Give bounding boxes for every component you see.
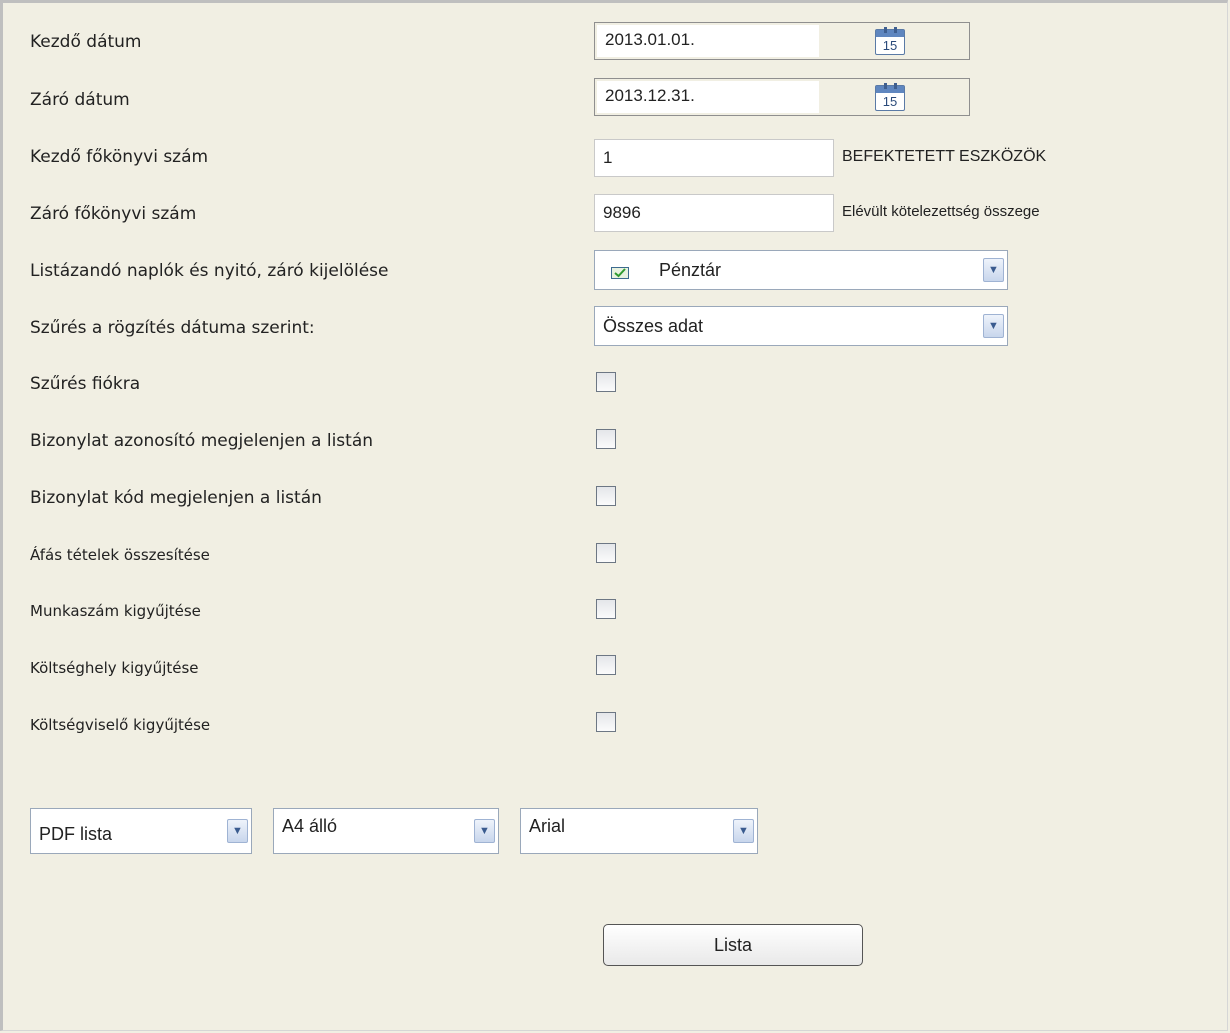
checkbox-label-vat-summary: Áfás tételek összesítése <box>30 546 210 564</box>
list-button[interactable]: Lista <box>603 924 863 966</box>
checkbox-label-cost-bearer: Költségviselő kigyűjtése <box>30 716 211 734</box>
end-date-field[interactable]: 2013.12.31. 15 <box>594 78 970 116</box>
checkbox-label-document-code: Bizonylat kód megjelenjen a listán <box>30 488 322 508</box>
checkbox-label-job-number: Munkaszám kigyűjtése <box>30 602 201 620</box>
start-date-field[interactable]: 2013.01.01. 15 <box>594 22 970 60</box>
journals-value: Pénztár <box>659 260 722 280</box>
checkbox-label-document-id: Bizonylat azonosító megjelenjen a listán <box>30 431 374 451</box>
font-select[interactable]: Arial ▼ <box>520 808 758 854</box>
chevron-down-icon[interactable]: ▼ <box>227 819 248 843</box>
checkbox-label-branch-filter: Szűrés fiókra <box>30 374 141 394</box>
chevron-down-icon[interactable]: ▼ <box>983 314 1004 338</box>
journals-select[interactable]: Pénztár ▼ <box>594 250 1008 290</box>
font-value: Arial <box>529 816 566 836</box>
chevron-down-icon[interactable]: ▼ <box>983 258 1004 282</box>
output-format-value: PDF lista <box>39 824 113 844</box>
paper-size-select[interactable]: A4 álló ▼ <box>273 808 499 854</box>
cost-bearer-checkbox[interactable] <box>596 712 616 732</box>
start-account-caption: BEFEKTETETT ESZKÖZÖK <box>842 148 1047 165</box>
branch-filter-checkbox[interactable] <box>596 372 616 392</box>
end-date-label: Záró dátum <box>30 90 130 110</box>
calendar-icon[interactable]: 15 <box>875 27 905 55</box>
checked-journal-icon <box>611 267 629 279</box>
calendar-icon[interactable]: 15 <box>875 83 905 111</box>
cost-center-checkbox[interactable] <box>596 655 616 675</box>
paper-size-value: A4 álló <box>282 816 338 836</box>
start-account-input[interactable]: 1 <box>594 139 834 177</box>
end-account-caption: Elévült kötelezettség összege <box>842 203 1040 220</box>
chevron-down-icon[interactable]: ▼ <box>733 819 754 843</box>
job-number-checkbox[interactable] <box>596 599 616 619</box>
output-format-select[interactable]: PDF lista ▼ <box>30 808 252 854</box>
chevron-down-icon[interactable]: ▼ <box>474 819 495 843</box>
end-date-input[interactable]: 2013.12.31. <box>597 81 819 113</box>
start-date-input[interactable]: 2013.01.01. <box>597 25 819 57</box>
checkbox-label-cost-center: Költséghely kigyűjtése <box>30 659 199 677</box>
vat-summary-checkbox[interactable] <box>596 543 616 563</box>
date-filter-label: Szűrés a rögzítés dátuma szerint: <box>30 318 315 338</box>
date-filter-select[interactable]: Összes adat ▼ <box>594 306 1008 346</box>
document-id-checkbox[interactable] <box>596 429 616 449</box>
date-filter-value: Összes adat <box>603 316 704 336</box>
journals-label: Listázandó naplók és nyitó, záró kijelöl… <box>30 261 389 281</box>
start-account-label: Kezdő főkönyvi szám <box>30 147 209 167</box>
end-account-input[interactable]: 9896 <box>594 194 834 232</box>
document-code-checkbox[interactable] <box>596 486 616 506</box>
start-date-label: Kezdő dátum <box>30 32 142 52</box>
end-account-label: Záró főkönyvi szám <box>30 204 197 224</box>
